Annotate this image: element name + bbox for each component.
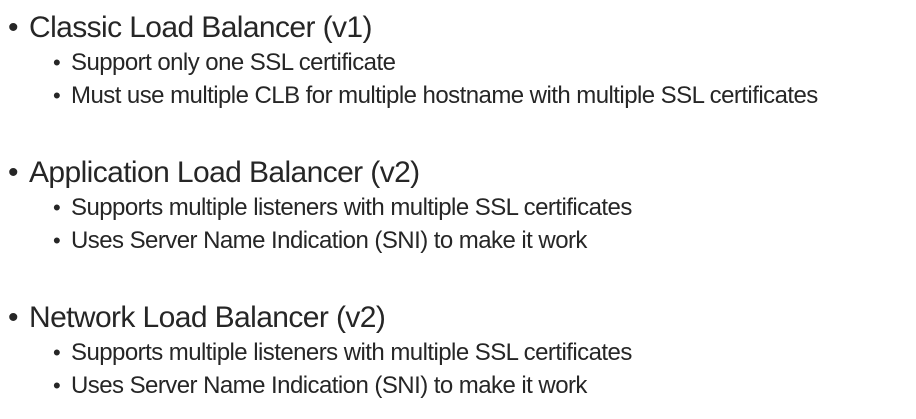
bullet-icon: • <box>8 301 19 334</box>
list-item-text: Supports multiple listeners with multipl… <box>71 194 632 221</box>
sub-bullet-list: • Supports multiple listeners with multi… <box>0 338 916 404</box>
section-heading-text: Network Load Balancer (v2) <box>29 301 386 334</box>
section-application-load-balancer: • Application Load Balancer (v2) • Suppo… <box>0 155 916 259</box>
list-item-text: Uses Server Name Indication (SNI) to mak… <box>71 372 587 399</box>
list-item: • Uses Server Name Indication (SNI) to m… <box>0 226 916 259</box>
list-item: • Supports multiple listeners with multi… <box>0 193 916 226</box>
section-heading-text: Application Load Balancer (v2) <box>29 156 420 189</box>
bullet-icon: • <box>53 340 61 365</box>
bullet-icon: • <box>53 373 61 398</box>
bullet-icon: • <box>53 50 61 75</box>
section-heading-text: Classic Load Balancer (v1) <box>29 11 373 44</box>
sub-bullet-list: • Support only one SSL certificate • Mus… <box>0 48 916 114</box>
sub-bullet-list: • Supports multiple listeners with multi… <box>0 193 916 259</box>
list-item: • Supports multiple listeners with multi… <box>0 338 916 371</box>
list-item-text: Must use multiple CLB for multiple hostn… <box>71 82 818 109</box>
list-item: • Must use multiple CLB for multiple hos… <box>0 81 916 114</box>
section-classic-load-balancer: • Classic Load Balancer (v1) • Support o… <box>0 10 916 114</box>
bullet-icon: • <box>8 156 19 189</box>
list-item-text: Supports multiple listeners with multipl… <box>71 339 632 366</box>
bullet-icon: • <box>53 195 61 220</box>
section-heading: • Application Load Balancer (v2) <box>0 155 916 193</box>
section-heading: • Network Load Balancer (v2) <box>0 300 916 338</box>
list-item: • Support only one SSL certificate <box>0 48 916 81</box>
bullet-icon: • <box>53 83 61 108</box>
bullet-icon: • <box>8 11 19 44</box>
list-item-text: Uses Server Name Indication (SNI) to mak… <box>71 227 587 254</box>
list-item: • Uses Server Name Indication (SNI) to m… <box>0 371 916 404</box>
section-network-load-balancer: • Network Load Balancer (v2) • Supports … <box>0 300 916 404</box>
section-heading: • Classic Load Balancer (v1) <box>0 10 916 48</box>
bullet-icon: • <box>53 228 61 253</box>
list-item-text: Support only one SSL certificate <box>71 49 396 76</box>
slide: • Classic Load Balancer (v1) • Support o… <box>0 0 916 419</box>
